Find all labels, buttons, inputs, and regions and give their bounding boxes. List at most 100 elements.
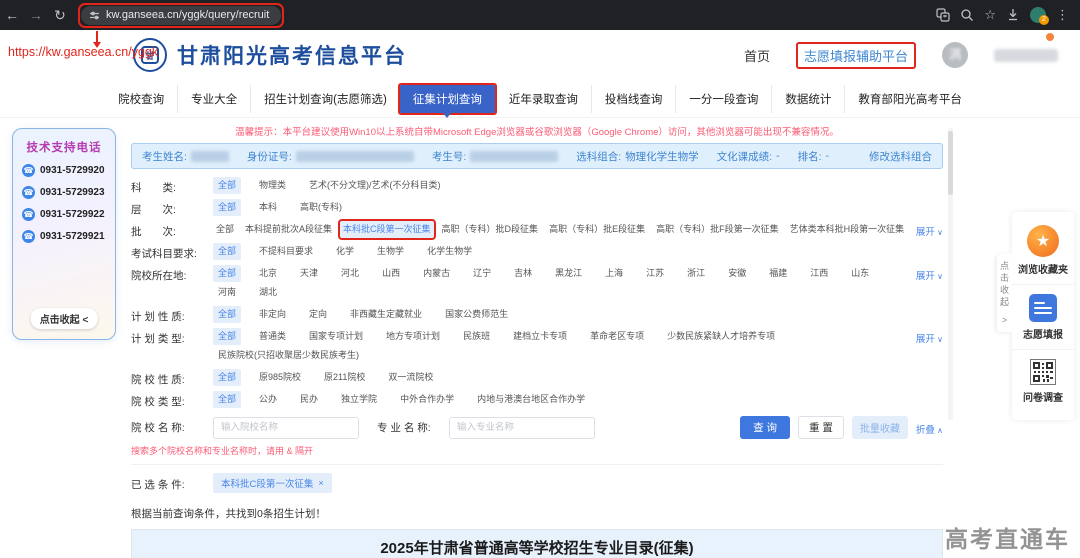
home-link[interactable]: 首页: [744, 46, 770, 65]
filter-option[interactable]: 全部: [213, 306, 241, 323]
zoom-icon[interactable]: [960, 8, 974, 22]
filter-option[interactable]: 山东: [846, 265, 874, 282]
assist-platform-link[interactable]: 志愿填报辅助平台: [796, 42, 916, 69]
volunteer-apply-item[interactable]: 志愿填报: [1012, 285, 1074, 350]
filter-option[interactable]: 高职（专科）批E段征集: [546, 221, 648, 238]
browse-favorites-item[interactable]: ★ 浏览收藏夹: [1012, 218, 1074, 285]
expand-link[interactable]: 展开: [916, 221, 943, 238]
filter-option[interactable]: 艺体类本科批H段第一次征集: [787, 221, 908, 238]
forward-icon[interactable]: →: [24, 7, 48, 23]
nav-tab[interactable]: 投档线查询: [591, 85, 676, 113]
filter-option[interactable]: 民族班: [458, 328, 495, 345]
filter-option[interactable]: 湖北: [254, 284, 282, 301]
filter-option[interactable]: 独立学院: [336, 391, 382, 408]
filter-option[interactable]: 国家专项计划: [304, 328, 368, 345]
download-icon[interactable]: [1006, 8, 1020, 22]
filter-option[interactable]: 全部: [213, 177, 241, 194]
filter-option[interactable]: 物理类: [254, 177, 291, 194]
filter-option[interactable]: 定向: [304, 306, 332, 323]
filter-option[interactable]: 原211院校: [319, 369, 370, 386]
filter-option[interactable]: 安徽: [723, 265, 751, 282]
nav-tab[interactable]: 专业大全: [177, 85, 250, 113]
bookmark-star-icon[interactable]: ☆: [984, 7, 996, 23]
filter-option[interactable]: 民办: [295, 391, 323, 408]
address-bar[interactable]: kw.ganseea.cn/yggk/query/recruit: [81, 6, 281, 25]
filter-option[interactable]: 地方专项计划: [381, 328, 445, 345]
filter-option[interactable]: 化学: [331, 243, 359, 260]
filter-option[interactable]: 建档立卡专项: [508, 328, 572, 345]
filter-option[interactable]: 化学生物学: [422, 243, 477, 260]
left-collapse-button[interactable]: 点击收起 <: [31, 308, 98, 329]
filter-option[interactable]: 内地与港澳台地区合作办学: [472, 391, 590, 408]
filter-option[interactable]: 全部: [213, 265, 241, 282]
filter-option[interactable]: 公办: [254, 391, 282, 408]
translate-icon[interactable]: [936, 8, 950, 22]
filter-option[interactable]: 辽宁: [468, 265, 496, 282]
filter-option[interactable]: 革命老区专项: [585, 328, 649, 345]
filter-option[interactable]: 全部: [213, 221, 237, 238]
batch-favorite-button[interactable]: 批量收藏: [852, 416, 908, 439]
filter-option[interactable]: 高职(专科): [295, 199, 347, 216]
filter-option[interactable]: 河北: [336, 265, 364, 282]
scrollbar-thumb[interactable]: [948, 131, 953, 195]
filter-option[interactable]: 上海: [600, 265, 628, 282]
filter-option[interactable]: 全部: [213, 391, 241, 408]
edit-subjects-link[interactable]: 修改选科组合: [869, 149, 932, 164]
nav-tab[interactable]: 招生计划查询(志愿筛选): [250, 85, 400, 113]
filter-option[interactable]: 非西藏生定藏就业: [345, 306, 427, 323]
filter-option[interactable]: 福建: [764, 265, 792, 282]
filter-option[interactable]: 国家公费师范生: [440, 306, 513, 323]
nav-tab[interactable]: 院校查询: [105, 85, 177, 113]
filter-option[interactable]: 黑龙江: [550, 265, 587, 282]
reset-button[interactable]: 重 置: [798, 416, 844, 439]
right-collapse-tab[interactable]: 点击收起 >: [997, 254, 1012, 332]
filter-option[interactable]: 原985院校: [254, 369, 306, 386]
filter-option[interactable]: 不提科目要求: [254, 243, 318, 260]
filter-option[interactable]: 内蒙古: [418, 265, 455, 282]
survey-item[interactable]: 问卷调查: [1012, 350, 1074, 412]
nav-tab[interactable]: 近年录取查询: [495, 85, 591, 113]
collapse-filters-link[interactable]: 折叠: [916, 419, 943, 436]
browser-profile-avatar[interactable]: 2: [1030, 7, 1046, 23]
query-button[interactable]: 查 询: [740, 416, 790, 439]
selected-condition-tag[interactable]: 本科批C段第一次征集 ×: [213, 473, 332, 493]
nav-tab[interactable]: 征集计划查询: [400, 85, 495, 113]
filter-option[interactable]: 中外合作办学: [395, 391, 459, 408]
back-icon[interactable]: ←: [0, 7, 24, 23]
filter-option[interactable]: 生物学: [372, 243, 409, 260]
filter-option[interactable]: 普通类: [254, 328, 291, 345]
filter-option[interactable]: 艺术(不分文理)/艺术(不分科目类): [304, 177, 446, 194]
filter-option[interactable]: 本科提前批次A段征集: [242, 221, 335, 238]
filter-option[interactable]: 北京: [254, 265, 282, 282]
nav-tab[interactable]: 一分一段查询: [675, 85, 771, 113]
filter-option[interactable]: 山西: [377, 265, 405, 282]
filter-option[interactable]: 少数民族紧缺人才培养专项: [662, 328, 780, 345]
site-info-icon[interactable]: [89, 10, 100, 21]
nav-tab[interactable]: 数据统计: [771, 85, 844, 113]
chrome-menu-icon[interactable]: ⋮: [1056, 7, 1070, 23]
filter-option[interactable]: 江西: [805, 265, 833, 282]
filter-option[interactable]: 非定向: [254, 306, 291, 323]
filter-option[interactable]: 全部: [213, 243, 241, 260]
school-name-input[interactable]: [213, 417, 359, 439]
reload-icon[interactable]: ↻: [48, 7, 72, 24]
filter-option[interactable]: 全部: [213, 199, 241, 216]
user-avatar[interactable]: [942, 42, 968, 68]
filter-option[interactable]: 高职（专科）批D段征集: [439, 221, 542, 238]
filter-option[interactable]: 浙江: [682, 265, 710, 282]
filter-option[interactable]: 双一流院校: [383, 369, 438, 386]
filter-option[interactable]: 全部: [213, 369, 241, 386]
filter-option[interactable]: 全部: [213, 328, 241, 345]
nav-tab[interactable]: 教育部阳光高考平台: [844, 85, 975, 113]
vertical-scrollbar[interactable]: [948, 128, 953, 420]
filter-option[interactable]: 吉林: [509, 265, 537, 282]
filter-option[interactable]: 天津: [295, 265, 323, 282]
expand-link[interactable]: 展开: [916, 328, 943, 345]
expand-link[interactable]: 展开: [916, 265, 943, 282]
filter-option[interactable]: 河南: [213, 284, 241, 301]
filter-option[interactable]: 高职（专科）批F段第一次征集: [653, 221, 782, 238]
remove-tag-icon[interactable]: ×: [318, 478, 323, 488]
major-name-input[interactable]: [449, 417, 595, 439]
filter-option[interactable]: 本科: [254, 199, 282, 216]
filter-option[interactable]: 江苏: [641, 265, 669, 282]
